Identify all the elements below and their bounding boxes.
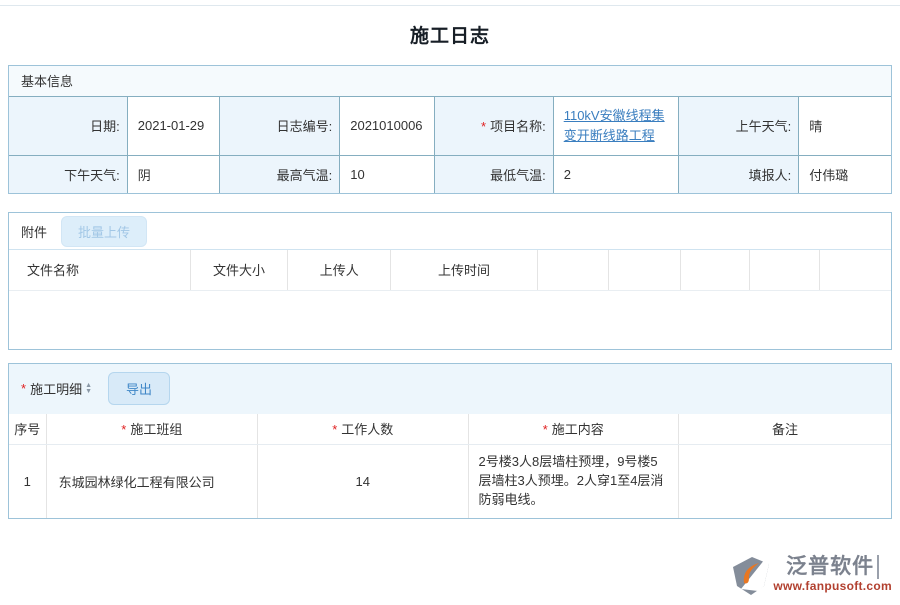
column-header-empty <box>680 250 749 290</box>
attachments-table: 文件名称 文件大小 上传人 上传时间 <box>9 250 891 291</box>
column-header-file-name: 文件名称 <box>9 250 190 290</box>
column-header-seq: 序号 <box>9 414 46 445</box>
column-header-content: *施工内容 <box>468 414 678 445</box>
date-value: 2021-01-29 <box>127 97 219 155</box>
batch-upload-button[interactable]: 批量上传 <box>61 216 147 247</box>
required-marker: * <box>332 422 337 437</box>
column-header-uploader: 上传人 <box>288 250 391 290</box>
column-header-upload-time: 上传时间 <box>391 250 537 290</box>
column-header-empty <box>750 250 820 290</box>
top-divider <box>0 5 900 6</box>
required-marker: * <box>21 381 26 396</box>
construction-detail-section: * 施工明细 ▲▼ 导出 序号 *施工班组 *工作人数 *施工内容 备注 1 东… <box>8 363 892 519</box>
cell-workers: 14 <box>258 445 468 518</box>
morning-weather-value: 晴 <box>799 97 891 155</box>
column-header-remark: 备注 <box>678 414 891 445</box>
cell-content: 2号楼3人8层墙柱预埋，9号楼5层墙柱3人预埋。2人穿1至4层消防弱电线。 <box>468 445 678 518</box>
date-label: 日期: <box>9 97 127 155</box>
required-marker: * <box>543 422 548 437</box>
attachments-section: 附件 批量上传 文件名称 文件大小 上传人 上传时间 <box>8 212 892 350</box>
table-row: 1 东城园林绿化工程有限公司 14 2号楼3人8层墙柱预埋，9号楼5层墙柱3人预… <box>9 445 891 518</box>
column-header-empty <box>537 250 608 290</box>
construction-detail-table: 序号 *施工班组 *工作人数 *施工内容 备注 1 东城园林绿化工程有限公司 1… <box>9 414 891 518</box>
project-name-cell: 110kV安徽线程集变开断线路工程 <box>553 97 678 155</box>
max-temp-value: 10 <box>340 155 435 193</box>
reporter-value: 付伟璐 <box>799 155 891 193</box>
attachments-empty-body <box>9 291 891 349</box>
basic-info-section: 基本信息 日期: 2021-01-29 日志编号: 2021010006 *项目… <box>8 65 892 194</box>
vendor-website: www.fanpusoft.com <box>773 579 892 593</box>
basic-info-table: 日期: 2021-01-29 日志编号: 2021010006 *项目名称: 1… <box>9 97 891 193</box>
vendor-watermark: 泛普软件 www.fanpusoft.com <box>731 555 892 600</box>
column-header-file-size: 文件大小 <box>190 250 287 290</box>
vendor-name: 泛普软件 <box>786 555 879 579</box>
construction-detail-section-title: 施工明细 <box>30 379 82 398</box>
project-name-link[interactable]: 110kV安徽线程集变开断线路工程 <box>564 108 665 143</box>
attachments-section-title: 附件 <box>21 222 47 241</box>
afternoon-weather-value: 阴 <box>127 155 219 193</box>
morning-weather-label: 上午天气: <box>678 97 798 155</box>
required-marker: * <box>481 119 486 134</box>
max-temp-label: 最高气温: <box>219 155 339 193</box>
cell-team: 东城园林绿化工程有限公司 <box>46 445 257 518</box>
log-number-value: 2021010006 <box>340 97 435 155</box>
min-temp-label: 最低气温: <box>435 155 553 193</box>
sort-spinner-icon[interactable]: ▲▼ <box>85 383 92 395</box>
required-marker: * <box>121 422 126 437</box>
vendor-logo-icon <box>731 555 771 600</box>
afternoon-weather-label: 下午天气: <box>9 155 127 193</box>
min-temp-value: 2 <box>553 155 678 193</box>
reporter-label: 填报人: <box>678 155 798 193</box>
column-header-empty <box>820 250 891 290</box>
column-header-workers: *工作人数 <box>258 414 468 445</box>
log-number-label: 日志编号: <box>219 97 339 155</box>
page-title: 施工日志 <box>0 21 900 48</box>
column-header-empty <box>608 250 680 290</box>
export-button[interactable]: 导出 <box>108 372 170 405</box>
basic-info-section-title: 基本信息 <box>9 66 891 97</box>
cell-seq: 1 <box>9 445 46 518</box>
project-name-label: *项目名称: <box>435 97 553 155</box>
column-header-team: *施工班组 <box>46 414 257 445</box>
cell-remark <box>678 445 891 518</box>
